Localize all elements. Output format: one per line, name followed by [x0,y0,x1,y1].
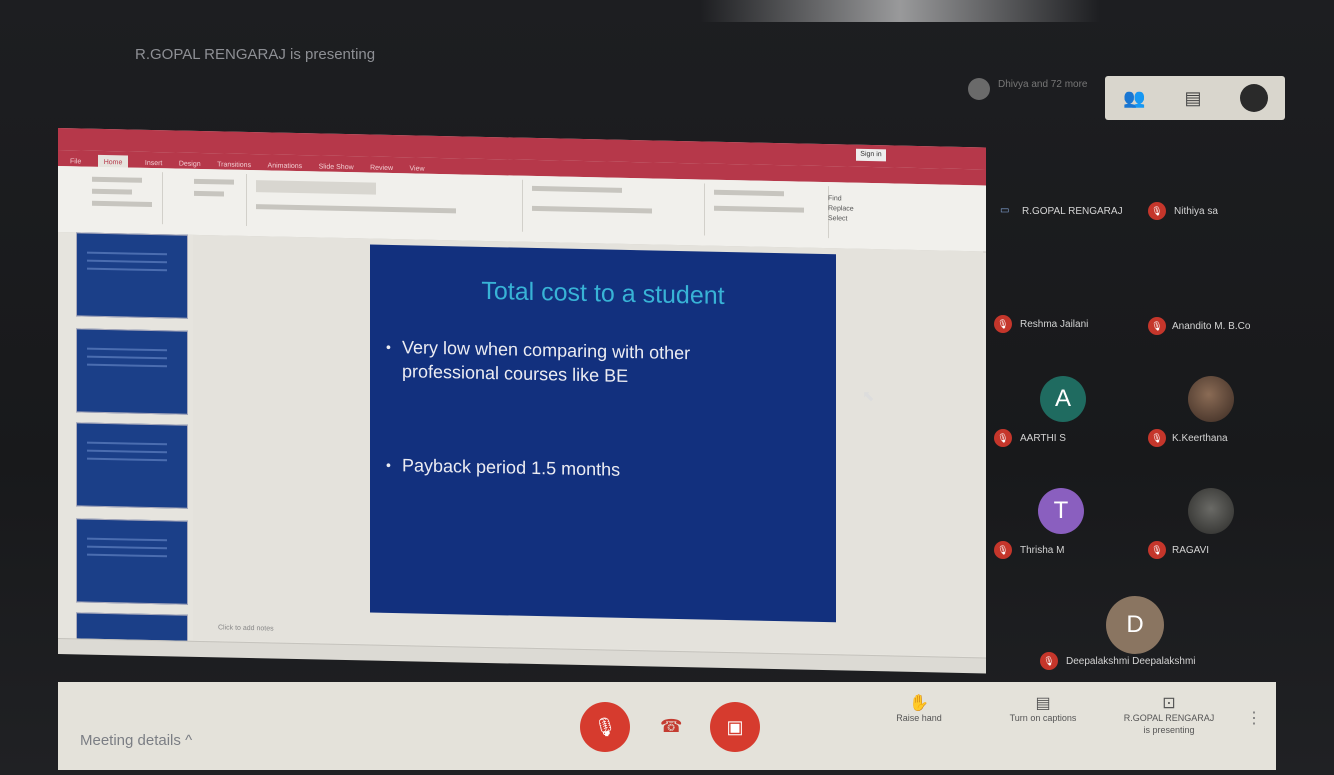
camera-off-icon: ▣ [726,717,744,737]
paragraph-group [526,179,705,236]
mic-off-icon: 🎙 [1040,652,1058,670]
mic-off-icon: 🎙 [593,717,617,737]
mic-off-icon: 🎙 [1148,317,1166,335]
participant-summary-text: Dhivya and 72 more [998,79,1088,90]
mouse-cursor-icon: ⬉ [862,388,875,405]
editing-group: Find Replace Select [828,195,854,223]
participant-name: Anandito M. B.Co [1172,321,1251,332]
participant-name: RAGAVI [1172,545,1210,556]
participant-name: Nithiya sa [1174,206,1218,217]
mic-off-icon: 🎙 [994,315,1012,333]
clipboard-group [62,170,163,225]
captions-button[interactable]: ▤ Turn on captions [998,695,1088,724]
people-icon[interactable]: 👥 [1122,86,1146,110]
bottom-control-bar: Meeting details ^ 🎙 ☎ ▣ ✋ Raise hand ▤ T… [58,682,1276,770]
participant-name: R.GOPAL RENGARAJ [1022,206,1123,217]
presenting-banner: R.GOPAL RENGARAJ is presenting [135,46,376,63]
presenting-label-1: R.GOPAL RENGARAJ [1123,713,1215,723]
participant-name: AARTHI S [1020,433,1066,444]
mic-off-icon: 🎙 [1148,541,1166,559]
present-screen-icon: ⊡ [1162,695,1176,712]
participant-photo [1188,376,1234,422]
hand-icon: ✋ [909,695,929,712]
participant-avatar: A [1040,376,1086,422]
mic-off-icon: 🎙 [1148,202,1166,220]
participant-name: Thrisha M [1020,545,1065,556]
raise-hand-button[interactable]: ✋ Raise hand [884,695,954,724]
meeting-details-label: Meeting details [80,732,181,749]
participant-name: Deepalakshmi Deepalakshmi [1066,656,1196,667]
shared-screen-powerpoint: Sign in File Home Insert Design Transiti… [58,128,986,674]
self-avatar[interactable] [1239,84,1268,112]
raise-hand-label: Raise hand [896,713,942,723]
presenting-icon: ▭ [1000,205,1010,216]
slides-group [166,172,247,226]
participant-name: Reshma Jailani [1020,319,1089,330]
participant-avatar: T [1038,488,1084,534]
current-slide: Total cost to a student Very low when co… [370,244,836,623]
more-options-icon[interactable]: ⋮ [1246,708,1262,728]
slide-thumbnail [76,232,188,319]
mic-off-icon: 🎙 [994,429,1012,447]
mic-toggle-button[interactable]: 🎙 [580,702,630,752]
slide-thumbnail [76,518,188,605]
font-group [250,174,523,232]
presenting-label-2: is presenting [1143,725,1195,735]
captions-label: Turn on captions [1009,713,1077,723]
notes-placeholder: Click to add notes [218,624,274,633]
slide-title: Total cost to a student [481,276,725,310]
top-controls: 👥 ▤ [1105,76,1285,120]
meeting-details-button[interactable]: Meeting details ^ [80,732,192,749]
drawing-group [708,183,829,239]
participant-name: K.Keerthana [1172,433,1228,444]
slide-bullet: Payback period 1.5 months [402,453,782,485]
slide-thumbnail [76,328,188,415]
chevron-up-icon: ^ [185,732,193,749]
hang-up-button[interactable]: ☎ [660,716,682,737]
sign-in-button: Sign in [856,148,886,162]
camera-toggle-button[interactable]: ▣ [710,702,760,752]
chat-icon[interactable]: ▤ [1181,86,1205,110]
mic-off-icon: 🎙 [1148,429,1166,447]
slide-thumbnail [76,422,188,509]
participant-photo [1188,488,1234,534]
participant-avatar [968,78,990,100]
mic-off-icon: 🎙 [994,541,1012,559]
presenting-button[interactable]: ⊡ R.GOPAL RENGARAJ is presenting [1114,695,1224,736]
participant-avatar: D [1106,596,1164,654]
slide-thumbnails [58,232,193,649]
participant-summary[interactable]: Dhivya and 72 more [998,78,1088,91]
captions-icon: ▤ [1035,695,1051,712]
screen-glare [700,0,1100,22]
slide-bullet: Very low when comparing with other profe… [402,335,782,391]
